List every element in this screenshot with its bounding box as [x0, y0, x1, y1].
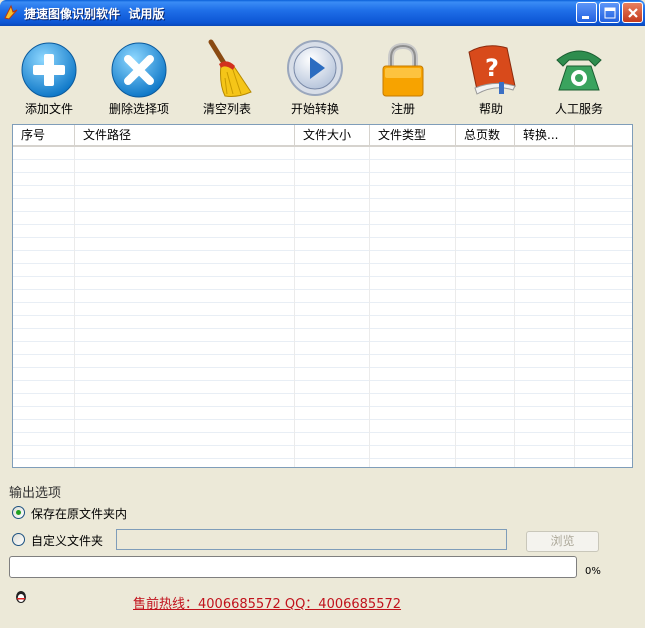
maximize-button[interactable] [599, 2, 620, 23]
app-icon [4, 4, 18, 20]
telephone-icon [556, 50, 602, 91]
custom-folder-input[interactable] [116, 529, 507, 550]
clear-list-button[interactable]: 清空列表 [187, 34, 267, 118]
column-divider [514, 147, 515, 467]
output-options-title: 输出选项 [9, 486, 62, 501]
help-book-icon: ? [468, 45, 516, 95]
help-button[interactable]: ? 帮助 [451, 34, 531, 118]
toolbar: 添加文件 删除选择项 清空列表 开始转换 注册 ? 帮助 人工服务 [0, 26, 645, 118]
close-button[interactable] [622, 2, 643, 23]
column-file-path[interactable]: 文件路径 [75, 125, 295, 146]
manual-service-label: 人工服务 [554, 102, 603, 116]
add-file-label: 添加文件 [24, 102, 73, 116]
minimize-icon [582, 16, 589, 19]
register-button[interactable]: 注册 [363, 34, 443, 118]
help-label: 帮助 [478, 102, 503, 116]
browse-button[interactable]: 浏览 [526, 531, 599, 552]
column-divider [455, 147, 456, 467]
add-file-button[interactable]: 添加文件 [9, 34, 89, 118]
custom-folder-radio[interactable] [12, 533, 25, 546]
lock-icon [382, 42, 424, 97]
progress-bar [9, 556, 577, 578]
file-list[interactable]: 序号 文件路径 文件大小 文件类型 总页数 转换... [12, 124, 633, 468]
column-index[interactable]: 序号 [13, 125, 75, 146]
save-original-label[interactable]: 保存在原文件夹内 [31, 505, 127, 522]
progress-percent: 0% [585, 566, 601, 577]
close-icon [628, 8, 638, 18]
delete-selected-label: 删除选择项 [108, 102, 169, 116]
start-convert-button[interactable]: 开始转换 [275, 34, 355, 118]
maximize-icon [604, 7, 616, 19]
column-total-pages[interactable]: 总页数 [456, 125, 515, 146]
clear-list-label: 清空列表 [202, 102, 251, 116]
delete-x-icon [111, 42, 167, 98]
sales-hotline-link[interactable]: 售前热线：4006685572 QQ：4006685572 [133, 593, 401, 612]
delete-selected-button[interactable]: 删除选择项 [99, 34, 179, 118]
custom-folder-label[interactable]: 自定义文件夹 [31, 532, 103, 549]
column-divider [369, 147, 370, 467]
qq-penguin-icon [16, 591, 26, 603]
svg-text:?: ? [485, 54, 499, 82]
register-label: 注册 [390, 102, 415, 116]
broom-icon [208, 39, 252, 97]
window-title: 捷速图像识别软件 试用版 [24, 7, 165, 21]
column-divider [574, 147, 575, 467]
plus-icon [21, 42, 77, 98]
start-convert-label: 开始转换 [290, 102, 339, 116]
radio-selected-dot [16, 510, 21, 515]
column-convert[interactable]: 转换... [515, 125, 575, 146]
manual-service-button[interactable]: 人工服务 [539, 34, 619, 118]
column-divider [294, 147, 295, 467]
save-original-radio[interactable] [12, 506, 25, 519]
file-list-body [13, 147, 632, 467]
column-file-type[interactable]: 文件类型 [370, 125, 456, 146]
play-icon [287, 40, 343, 96]
title-bar: 捷速图像识别软件 试用版 [0, 0, 645, 26]
column-file-size[interactable]: 文件大小 [295, 125, 370, 146]
file-list-header: 序号 文件路径 文件大小 文件类型 总页数 转换... [13, 125, 632, 147]
minimize-button[interactable] [576, 2, 597, 23]
column-divider [74, 147, 75, 467]
